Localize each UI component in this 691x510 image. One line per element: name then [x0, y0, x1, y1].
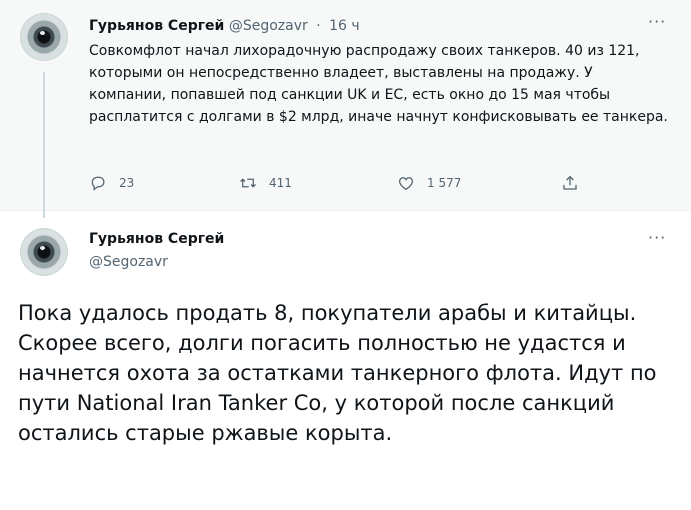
- author-name[interactable]: Гурьянов Сергей: [89, 18, 224, 34]
- tweet-text: Пока удалось продать 8, покупатели арабы…: [18, 301, 664, 445]
- tweet-actions: 23 411 1 577: [89, 174, 589, 196]
- thread-line: [43, 72, 45, 218]
- parent-tweet[interactable]: Гурьянов Сергей @Segozavr · 16 ч ··· Сов…: [0, 0, 691, 218]
- share-button[interactable]: [561, 174, 591, 192]
- author-name[interactable]: Гурьянов Сергей: [89, 229, 224, 249]
- reply-count: 23: [119, 176, 135, 190]
- like-icon: [398, 177, 414, 191]
- separator-dot: ·: [316, 18, 321, 34]
- reply-icon: [91, 176, 105, 191]
- more-icon[interactable]: ···: [648, 12, 666, 31]
- share-icon: [563, 175, 577, 190]
- like-button[interactable]: 1 577: [397, 174, 461, 192]
- more-icon[interactable]: ···: [648, 228, 666, 247]
- reply-button[interactable]: 23: [89, 174, 134, 192]
- author-handle[interactable]: @Segozavr: [89, 252, 168, 272]
- avatar[interactable]: [20, 228, 68, 276]
- parent-tweet-header: Гурьянов Сергей @Segozavr · 16 ч: [89, 16, 360, 36]
- author-handle[interactable]: @Segozavr: [229, 18, 308, 34]
- avatar[interactable]: [20, 13, 68, 61]
- like-count: 1 577: [427, 176, 462, 190]
- retweet-count: 411: [269, 176, 292, 190]
- retweet-button[interactable]: 411: [239, 174, 292, 192]
- parent-tweet-text: Совкомфлот начал лихорадочную распродажу…: [89, 43, 668, 125]
- tweet-timestamp[interactable]: 16 ч: [329, 18, 360, 34]
- retweet-icon: [240, 178, 256, 188]
